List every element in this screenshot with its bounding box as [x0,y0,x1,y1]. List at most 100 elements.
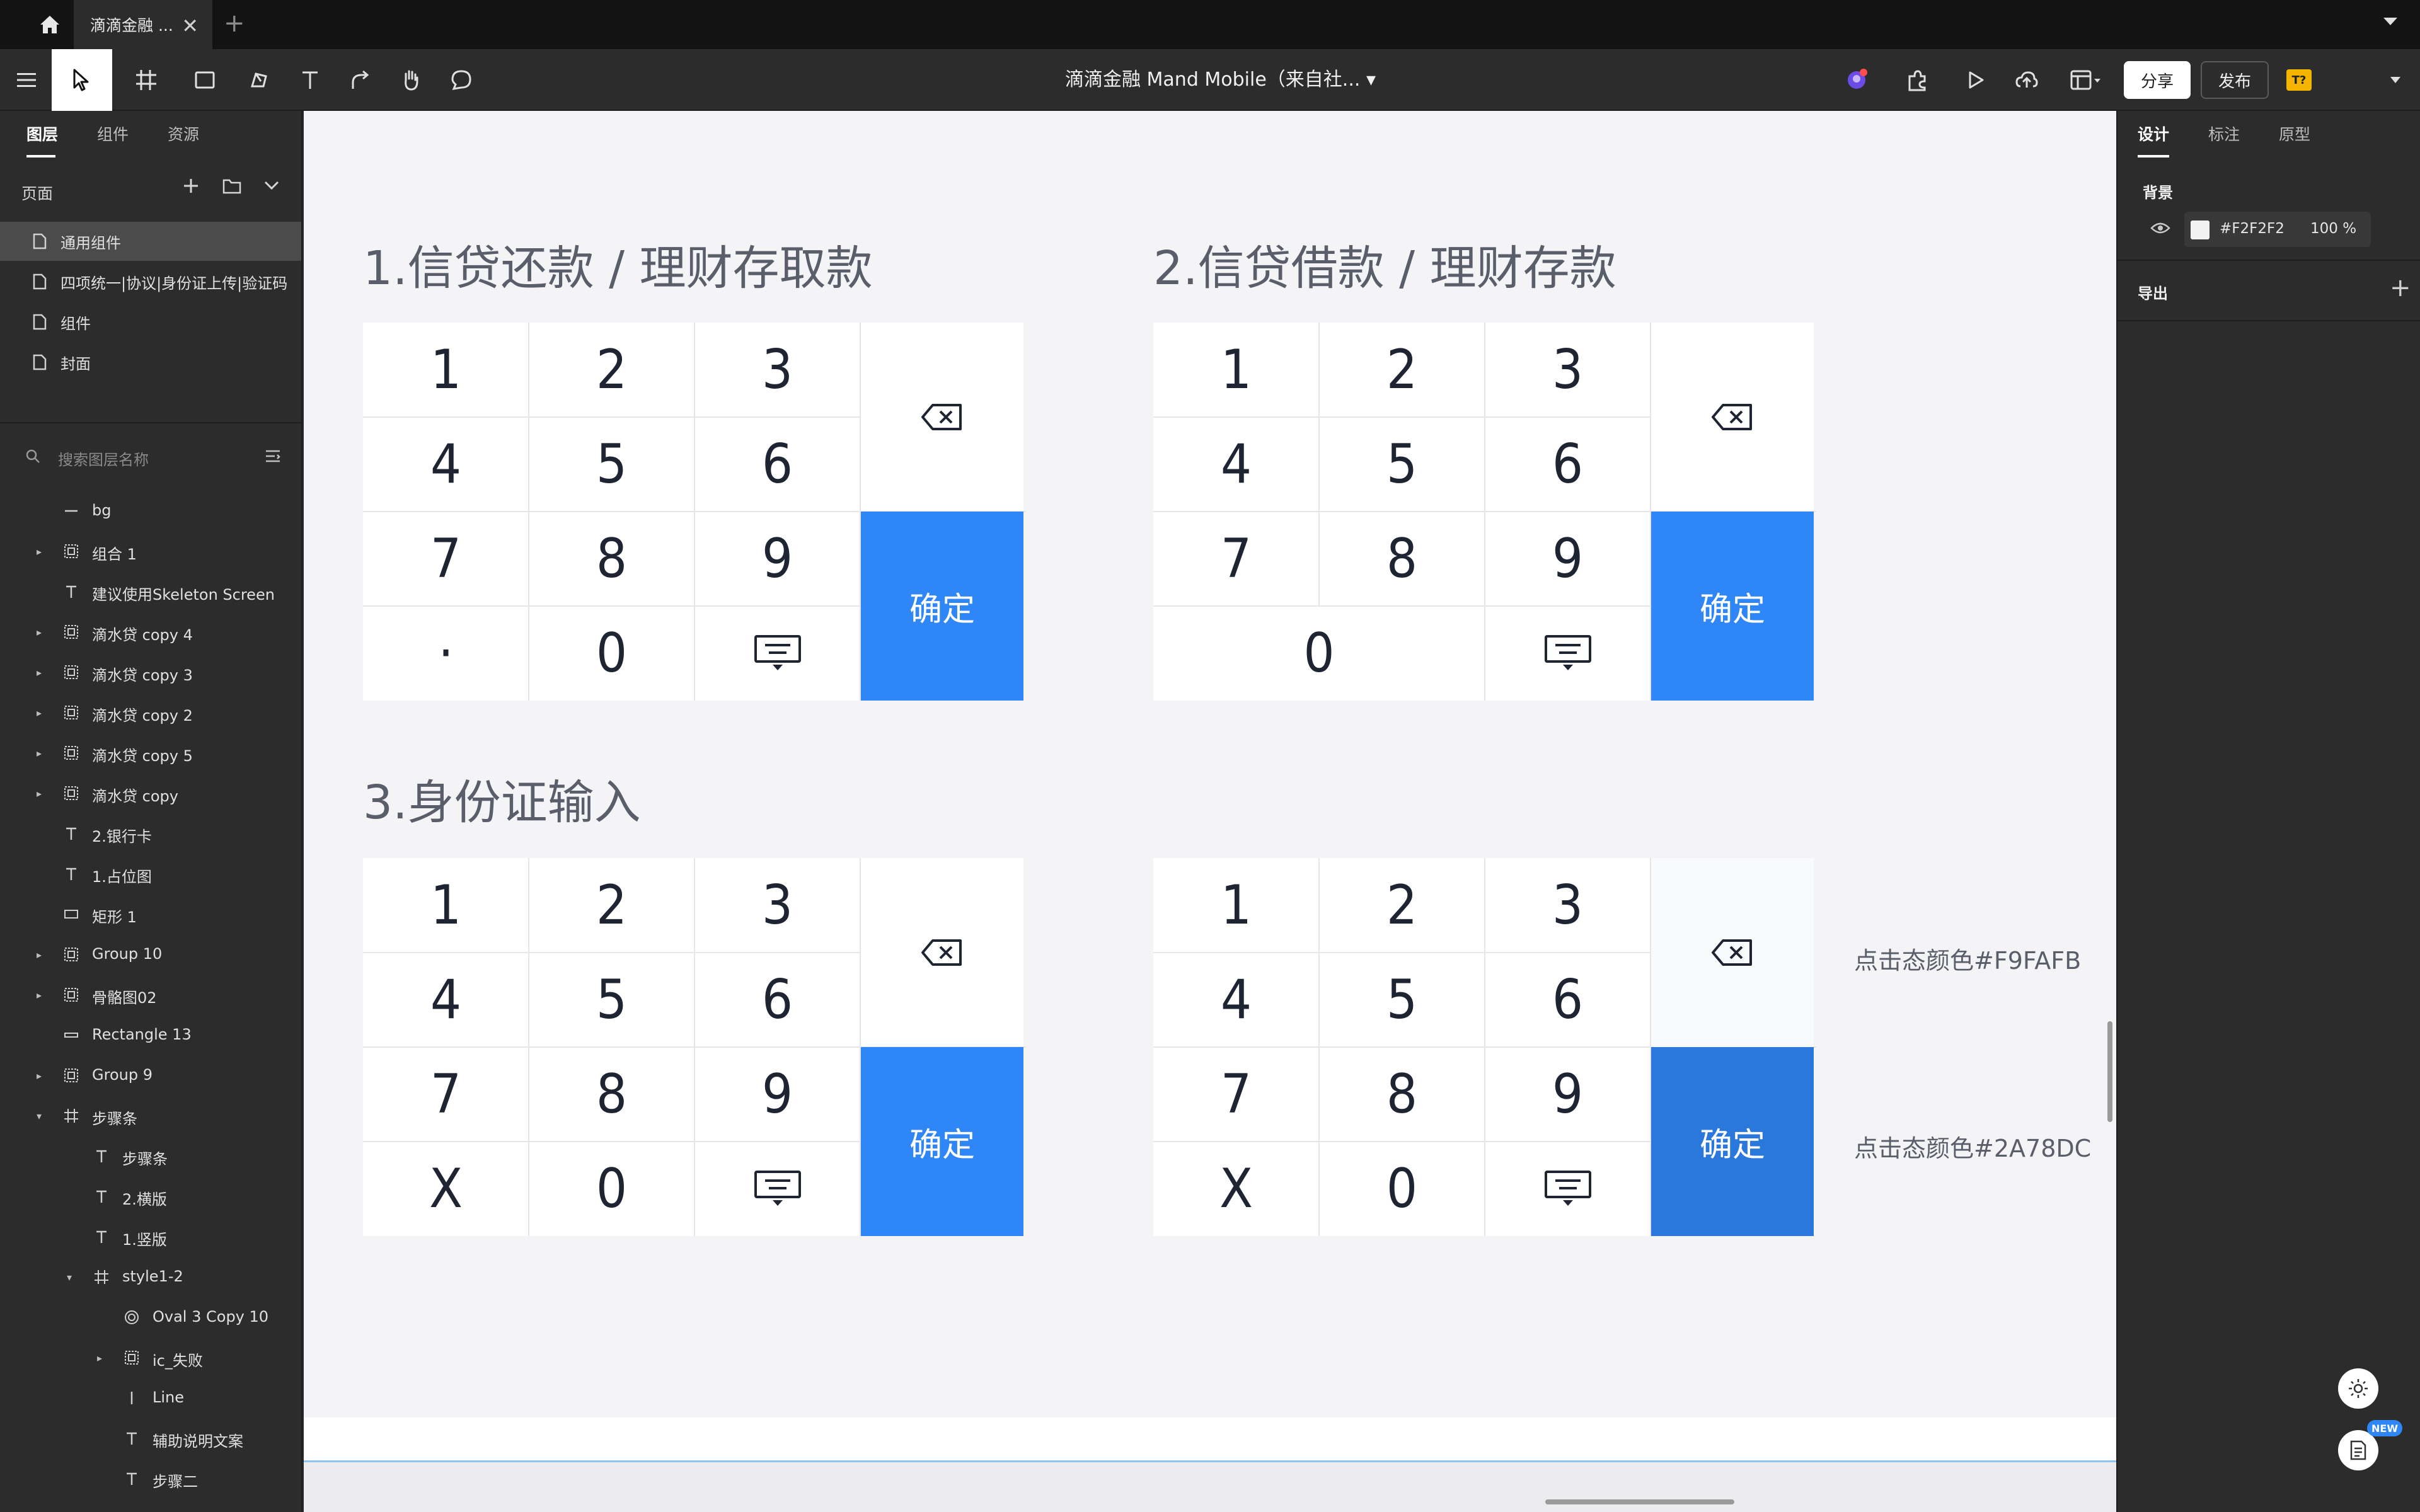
confirm-button[interactable]: 确定 [861,512,1023,701]
collapsed-arrow-icon[interactable]: ▸ [97,1352,102,1364]
layer-item[interactable]: Line [0,1378,301,1419]
background-opacity[interactable]: 100 % [2310,220,2356,237]
add-export-icon[interactable]: + [2390,273,2411,302]
keyboard-key[interactable]: 5 [529,417,694,512]
layer-item[interactable]: bg [0,491,301,532]
connector-tool-icon[interactable] [340,49,381,111]
keyboard-key[interactable]: 8 [1319,512,1485,606]
sun-icon[interactable] [2338,1368,2378,1409]
tab-annotate[interactable]: 标注 [2208,122,2240,145]
layer-item[interactable]: ▸ 滴水贷 copy 5 [0,733,301,774]
layer-item[interactable]: ▸ 滴水贷 copy 4 [0,612,301,653]
layer-item[interactable]: ▸ Group 10 [0,935,301,975]
layer-item[interactable]: ▸ ic_失败 [0,1338,301,1378]
page-item[interactable]: 组件 [0,302,301,341]
keyboard-key[interactable]: 7 [1153,1047,1319,1142]
keyboard-key[interactable]: X [1153,1142,1319,1236]
move-tool-button[interactable] [52,49,112,111]
keyboard-key[interactable]: 1 [1153,323,1319,417]
layer-item[interactable]: Rectangle 13 [0,1016,301,1056]
comment-tool-icon[interactable] [441,49,481,111]
tab-prototype[interactable]: 原型 [2279,122,2310,145]
collapsed-arrow-icon[interactable]: ▸ [37,949,42,961]
keyboard-key[interactable]: · [363,606,529,701]
tab-design[interactable]: 设计 [2138,122,2169,145]
collapsed-arrow-icon[interactable]: ▸ [37,1070,42,1082]
keyboard-key[interactable]: X [363,1142,529,1236]
confirm-button[interactable]: 确定 [861,1047,1023,1236]
keyboard-key[interactable]: 6 [694,417,860,512]
keyboard-key[interactable]: 3 [694,323,860,417]
document-title[interactable]: 滴滴金融 Mand Mobile（来自社... ▾ [1065,49,1376,111]
publish-button[interactable]: 发布 [2201,61,2269,99]
hide-keyboard-icon[interactable] [1485,1142,1651,1236]
keyboard-key[interactable]: 6 [694,953,860,1047]
background-color-field[interactable]: #F2F2F2 100 % [2184,212,2371,247]
home-icon[interactable] [32,10,68,39]
confirm-button[interactable]: 确定 [1651,1047,1814,1236]
keyboard-key[interactable]: 0 [1153,606,1485,701]
main-menu-icon[interactable] [9,49,44,111]
collapsed-arrow-icon[interactable]: ▸ [37,788,42,799]
eye-icon[interactable] [2150,220,2170,238]
layer-item[interactable]: 辅助说明文案 [0,1499,301,1512]
layer-item[interactable]: 步骤二 [0,1459,301,1499]
design-canvas[interactable]: 1.信贷还款 / 理财存取款 2.信贷借款 / 理财存款 3.身份证输入 123… [304,111,2116,1512]
new-tab-button[interactable]: + [224,9,245,38]
keyboard-key[interactable]: 4 [1153,417,1319,512]
keyboard-key[interactable]: 6 [1485,953,1651,1047]
plugin-avatar-icon[interactable] [1836,49,1877,111]
collapse-pages-icon[interactable] [263,180,280,194]
folder-icon[interactable] [222,176,242,198]
keyboard-key[interactable]: 7 [363,512,529,606]
upload-cloud-icon[interactable] [2007,49,2047,111]
tab-assets[interactable]: 资源 [168,122,199,145]
keyboard-key[interactable]: 4 [363,953,529,1047]
keyboard-key[interactable]: 1 [363,858,529,953]
layer-item[interactable]: ▾ style1-2 [0,1257,301,1298]
page-item[interactable]: 通用组件 [0,222,301,261]
keyboard-key[interactable]: 0 [529,606,694,701]
keyboard-key[interactable]: 6 [1485,417,1651,512]
keyboard-key[interactable]: 3 [1485,323,1651,417]
keyboard-key[interactable]: 8 [529,512,694,606]
backspace-icon[interactable] [861,858,1023,1047]
chevron-down-icon[interactable] [2382,16,2399,29]
collapsed-arrow-icon[interactable]: ▸ [37,667,42,679]
layer-search-field[interactable]: 搜索图层名称 [0,435,301,479]
layer-item[interactable]: 步骤条 [0,1137,301,1177]
keyboard-key[interactable]: 5 [529,953,694,1047]
zoom-chevron-icon[interactable] [2386,49,2405,111]
page-item[interactable]: 四项统一|协议|身份证上传|验证码 [0,262,301,301]
tab-components[interactable]: 组件 [97,122,129,145]
vertical-scrollbar[interactable] [2107,1021,2112,1122]
tab-layers[interactable]: 图层 [26,122,58,145]
keyboard-key[interactable]: 5 [1319,953,1485,1047]
share-button[interactable]: 分享 [2124,61,2191,99]
color-swatch[interactable] [2191,220,2210,239]
backspace-icon[interactable] [1651,858,1814,1047]
layer-item[interactable]: 建议使用Skeleton Screen [0,572,301,612]
frame-tool-icon[interactable] [124,49,169,111]
expanded-arrow-icon[interactable]: ▾ [67,1271,72,1283]
keyboard-key[interactable]: 5 [1319,417,1485,512]
hand-tool-icon[interactable] [391,49,431,111]
keyboard-key[interactable]: 2 [1319,858,1485,953]
layer-item[interactable]: ▸ 滴水贷 copy 2 [0,693,301,733]
add-page-icon[interactable] [182,176,200,198]
pen-tool-icon[interactable] [239,49,280,111]
layer-item[interactable]: ▸ 滴水贷 copy [0,774,301,814]
collapsed-arrow-icon[interactable]: ▸ [37,747,42,759]
keyboard-key[interactable]: 8 [529,1047,694,1142]
layer-item[interactable]: ▸ 组合 1 [0,532,301,572]
keyboard-key[interactable]: 2 [529,858,694,953]
layer-item[interactable]: 1.竖版 [0,1217,301,1257]
layer-item[interactable]: ▸ 骨骼图02 [0,975,301,1016]
collapsed-arrow-icon[interactable]: ▸ [37,546,42,558]
background-hex[interactable]: #F2F2F2 [2220,220,2285,237]
keyboard-key[interactable]: 7 [1153,512,1319,606]
hide-keyboard-icon[interactable] [694,606,860,701]
notes-icon[interactable] [2338,1430,2378,1470]
keyboard-key[interactable]: 2 [529,323,694,417]
plugins-icon[interactable] [1897,49,1937,111]
